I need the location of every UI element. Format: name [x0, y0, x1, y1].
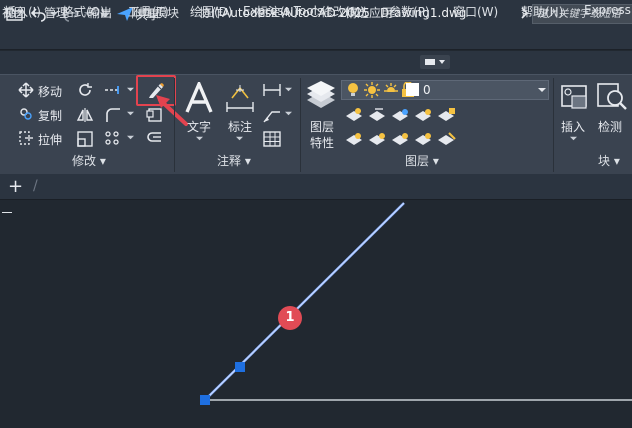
scale-icon[interactable] — [76, 130, 94, 148]
sun-icon — [384, 83, 398, 97]
sun-icon — [364, 82, 380, 98]
panel-separator — [300, 78, 301, 172]
detect-icon[interactable] — [596, 80, 628, 112]
block-panel-title[interactable]: 块 ▾ — [598, 152, 620, 172]
chevron-down-icon — [425, 59, 445, 65]
ribbon-minimize-button[interactable] — [420, 55, 450, 69]
stretch-icon — [19, 131, 33, 145]
grip-endpoint[interactable] — [200, 395, 210, 405]
offset-icon[interactable] — [146, 130, 164, 148]
tab-collaborate[interactable]: 协作 — [199, 4, 223, 21]
annotation-panel-title[interactable]: 注释 ▾ — [217, 152, 251, 172]
chevron-down-icon[interactable] — [285, 110, 292, 117]
panel-separator — [553, 78, 554, 172]
copy-button[interactable]: 复制 — [38, 107, 62, 124]
step-marker: 1 — [278, 306, 302, 330]
layer-tool-row-1-icon[interactable] — [345, 106, 465, 124]
move-button[interactable]: 移动 — [38, 83, 62, 100]
text-icon[interactable] — [184, 82, 214, 114]
linear-dimension-icon[interactable] — [262, 82, 282, 98]
layers-panel-title[interactable]: 图层 ▾ — [405, 152, 439, 172]
dimension-button-label[interactable]: 标注 — [228, 118, 252, 135]
menu-parametric[interactable]: 参数(P) — [389, 3, 430, 20]
tab-express-tools[interactable]: Express Tools — [243, 4, 323, 18]
tab-output[interactable]: 输出 — [88, 4, 112, 21]
tab-manage[interactable]: 管理 — [44, 4, 68, 21]
menu-help[interactable]: 帮助(H) — [521, 3, 563, 20]
insert-block-icon[interactable] — [558, 80, 590, 112]
drawing-geometry[interactable] — [0, 201, 632, 428]
tab-divider: / — [33, 178, 38, 194]
stretch-button[interactable]: 拉伸 — [38, 131, 62, 148]
text-button-label[interactable]: 文字 — [187, 118, 211, 135]
chevron-down-icon[interactable] — [285, 86, 292, 93]
table-icon[interactable] — [262, 130, 282, 148]
move-icon — [18, 82, 34, 98]
chevron-down-icon[interactable] — [127, 134, 134, 141]
chevron-down-icon[interactable] — [127, 110, 134, 117]
array-icon[interactable] — [104, 130, 122, 148]
chevron-down-icon[interactable] — [127, 86, 134, 93]
tab-view[interactable]: 视图 — [2, 4, 26, 21]
chevron-down-icon[interactable] — [570, 135, 577, 142]
insert-button-label[interactable]: 插入 — [561, 118, 585, 135]
layer-properties-label-1[interactable]: 图层 — [310, 118, 334, 135]
menu-window[interactable]: 窗口(W) — [453, 3, 498, 20]
leader-icon[interactable] — [262, 106, 282, 124]
selected-line-highlight — [204, 202, 405, 401]
new-drawing-button[interactable]: + — [8, 176, 23, 197]
file-tab-bar — [0, 174, 632, 200]
tab-featured-apps[interactable]: 精选应用 — [345, 4, 393, 21]
grip-midpoint[interactable] — [235, 362, 245, 372]
menu-express[interactable]: Express — [584, 3, 631, 17]
copy-icon — [20, 108, 32, 120]
color-swatch-icon — [406, 83, 419, 96]
chevron-down-icon[interactable] — [236, 135, 243, 142]
modify-panel-title[interactable]: 修改 ▾ — [72, 152, 106, 172]
lightbulb-icon — [348, 83, 358, 96]
dimension-icon[interactable] — [224, 84, 256, 114]
fillet-icon[interactable] — [104, 106, 122, 124]
chevron-down-icon — [538, 88, 546, 92]
panel-separator — [174, 78, 175, 172]
layer-properties-icon[interactable] — [305, 80, 337, 112]
tab-addins[interactable]: 附加模块 — [131, 4, 179, 21]
layer-tool-row-2-icon[interactable] — [345, 130, 465, 148]
layer-properties-label-2[interactable]: 特性 — [310, 134, 334, 151]
mirror-icon[interactable] — [76, 106, 94, 124]
trim-icon[interactable] — [104, 82, 126, 98]
menu-bar — [0, 28, 632, 50]
current-layer-value: 0 — [423, 83, 431, 97]
ribbon-tab-bar — [0, 51, 632, 74]
detect-button-label[interactable]: 检测 — [598, 118, 622, 135]
chevron-down-icon[interactable] — [196, 135, 203, 142]
rotate-icon[interactable] — [76, 81, 94, 99]
